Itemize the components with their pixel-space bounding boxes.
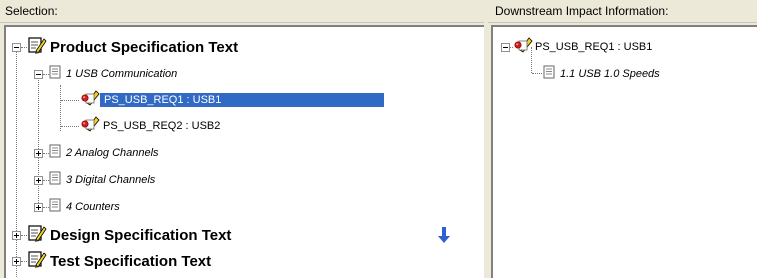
document-page-icon <box>49 144 61 163</box>
collapse-toggle-icon[interactable] <box>501 42 510 52</box>
spec-label: Design Specification Text <box>50 226 232 244</box>
tree-item-design-specification[interactable]: Design Specification Text <box>12 224 231 246</box>
spec-document-pencil-icon <box>27 224 47 247</box>
impact-item-section[interactable]: 1.1 USB 1.0 Speeds <box>543 63 660 85</box>
spec-label: Product Specification Text <box>50 38 239 56</box>
tree-line <box>532 73 542 74</box>
section-label: 3 Digital Channels <box>66 174 156 186</box>
requirement-label: PS_USB_REQ1 : USB1 <box>535 41 653 53</box>
document-page-icon <box>543 65 555 84</box>
tree-item-requirement-2[interactable]: PS_USB_REQ2 : USB2 <box>80 115 223 137</box>
traceability-window: Selection: Product Specification Text 1 … <box>0 0 757 278</box>
selection-header: Selection: <box>0 0 484 23</box>
requirement-pin-icon <box>80 115 102 138</box>
spec-label: Test Specification Text <box>50 252 212 270</box>
collapse-toggle-icon[interactable] <box>34 69 43 79</box>
collapse-toggle-icon[interactable] <box>12 42 21 52</box>
spec-document-pencil-icon <box>27 36 47 59</box>
expand-toggle-icon[interactable] <box>12 230 21 240</box>
tree-line <box>61 126 79 127</box>
selection-pane: Selection: Product Specification Text 1 … <box>0 0 484 278</box>
requirement-pin-icon <box>80 89 102 112</box>
expand-toggle-icon[interactable] <box>34 202 43 212</box>
impact-tree[interactable]: PS_USB_REQ1 : USB1 1.1 USB 1.0 Speeds <box>491 25 757 278</box>
impact-item-requirement[interactable]: PS_USB_REQ1 : USB1 <box>501 36 655 58</box>
section-label: 4 Counters <box>66 201 120 213</box>
impact-pane: Downstream Impact Information: PS_USB_RE… <box>488 0 757 278</box>
expand-toggle-icon[interactable] <box>12 256 21 266</box>
document-page-icon <box>49 65 61 84</box>
spec-document-pencil-icon <box>27 250 47 273</box>
tree-item-section-2[interactable]: 2 Analog Channels <box>34 142 159 164</box>
expand-toggle-icon[interactable] <box>34 148 43 158</box>
section-label: 2 Analog Channels <box>66 147 159 159</box>
impact-header: Downstream Impact Information: <box>488 0 757 23</box>
document-page-icon <box>49 171 61 190</box>
tree-item-section-4[interactable]: 4 Counters <box>34 196 120 218</box>
requirement-label: PS_USB_REQ2 : USB2 <box>103 120 221 132</box>
tree-line <box>60 85 61 131</box>
tree-item-product-specification[interactable]: Product Specification Text <box>12 36 238 58</box>
tree-item-requirement-1[interactable]: PS_USB_REQ1 : USB1 <box>80 89 384 111</box>
down-arrow-icon[interactable] <box>437 226 451 244</box>
tree-item-section-3[interactable]: 3 Digital Channels <box>34 169 155 191</box>
section-label: 1.1 USB 1.0 Speeds <box>560 68 660 80</box>
requirement-label: PS_USB_REQ1 : USB1 <box>104 94 222 106</box>
section-label: 1 USB Communication <box>66 68 178 80</box>
tree-line <box>61 100 79 101</box>
expand-toggle-icon[interactable] <box>34 175 43 185</box>
document-page-icon <box>49 198 61 217</box>
tree-item-test-specification[interactable]: Test Specification Text <box>12 250 211 272</box>
tree-item-section-1[interactable]: 1 USB Communication <box>34 63 177 85</box>
selection-tree[interactable]: Product Specification Text 1 USB Communi… <box>4 25 484 278</box>
